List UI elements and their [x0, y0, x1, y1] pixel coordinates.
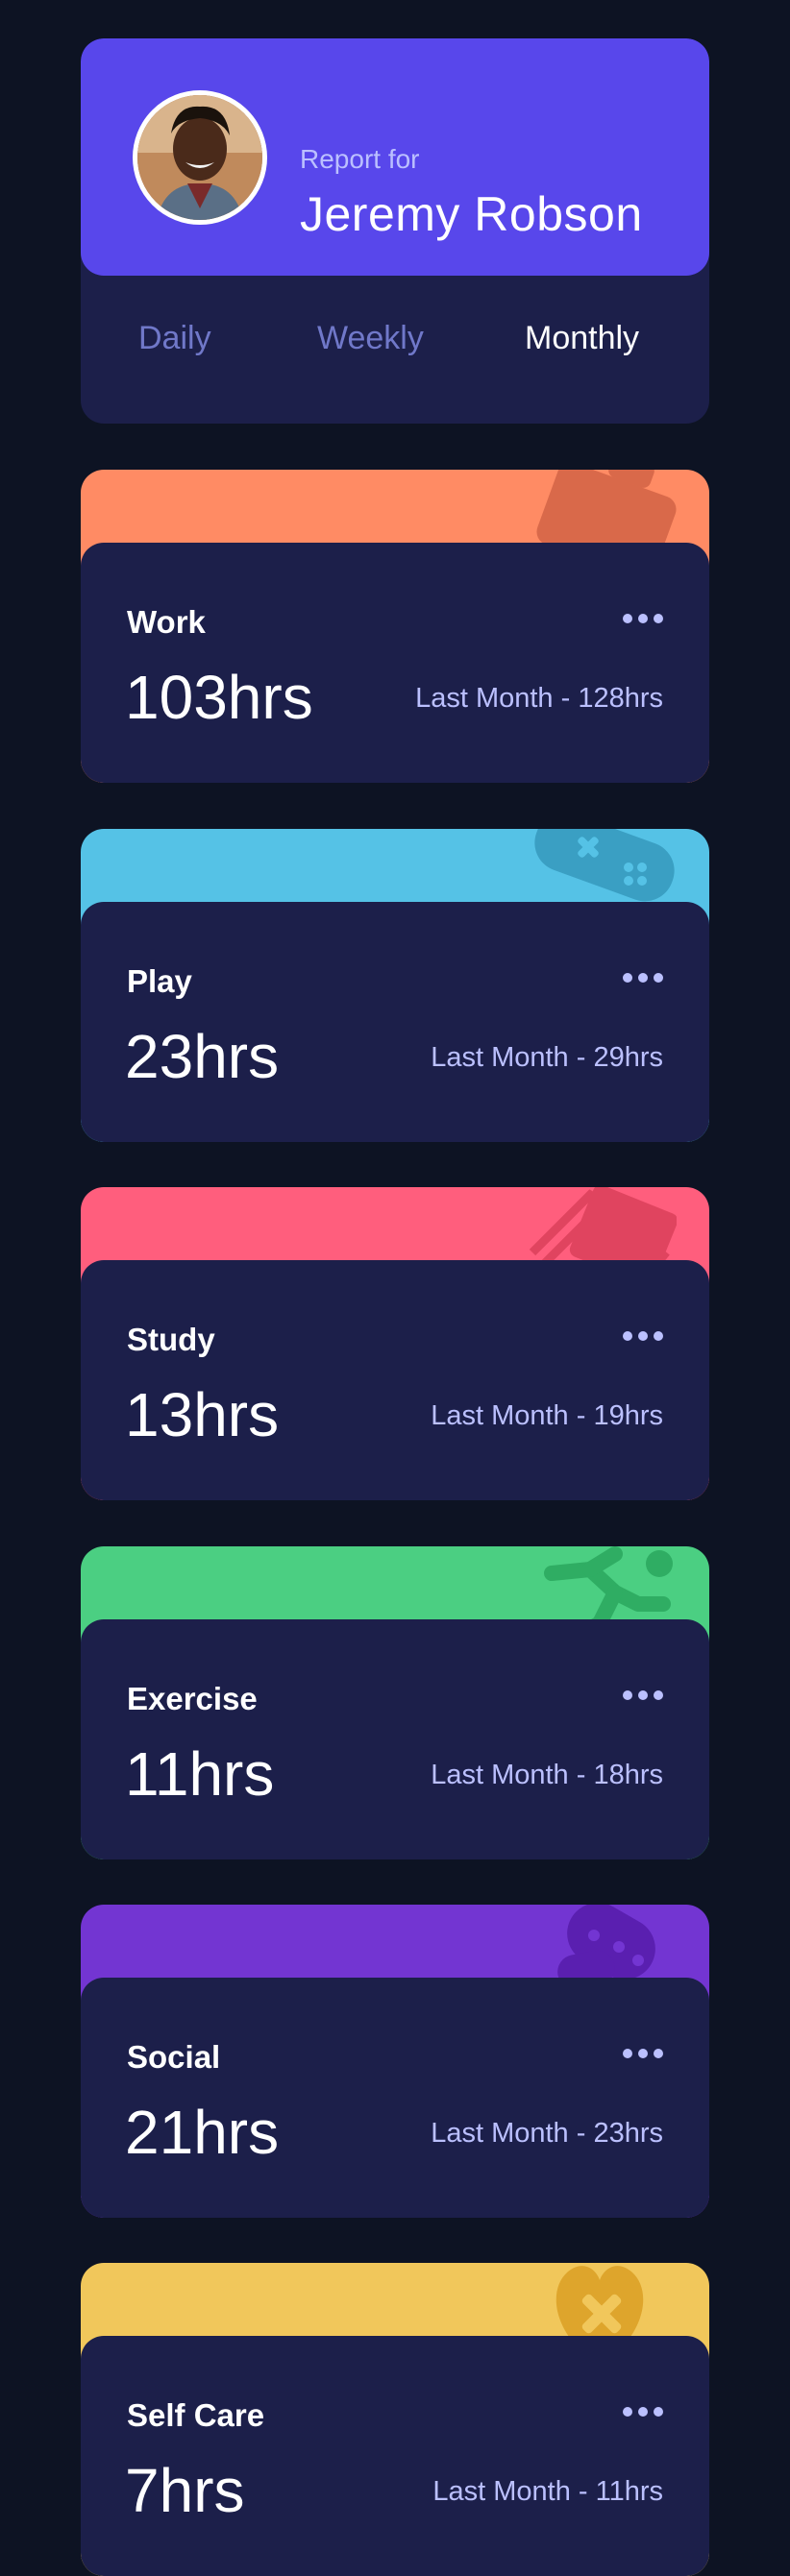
- activity-title: Self Care: [127, 2397, 265, 2433]
- activity-previous-hours: Last Month - 128hrs: [415, 683, 663, 714]
- activity-current-hours: 13hrs: [125, 1380, 280, 1449]
- activity-card-work: Work 103hrs Last Month - 128hrs: [81, 470, 709, 783]
- activity-body[interactable]: Study 13hrs Last Month - 19hrs: [81, 1260, 709, 1500]
- activity-title: Study: [127, 1322, 215, 1357]
- activity-card-exercise: Exercise 11hrs Last Month - 18hrs: [81, 1546, 709, 1859]
- ellipsis-icon[interactable]: [621, 971, 665, 984]
- activity-body[interactable]: Self Care 7hrs Last Month - 11hrs: [81, 2336, 709, 2576]
- activity-previous-hours: Last Month - 29hrs: [431, 1042, 663, 1073]
- activity-card-self-care: Self Care 7hrs Last Month - 11hrs: [81, 2263, 709, 2576]
- avatar: [133, 90, 267, 225]
- report-for-label: Report for: [300, 144, 420, 174]
- profile-card: Report for Jeremy Robson Daily Weekly Mo…: [81, 38, 709, 424]
- activity-body[interactable]: Social 21hrs Last Month - 23hrs: [81, 1978, 709, 2218]
- profile-header: Report for Jeremy Robson: [81, 38, 709, 276]
- activity-body[interactable]: Work 103hrs Last Month - 128hrs: [81, 543, 709, 783]
- activity-card-play: Play 23hrs Last Month - 29hrs: [81, 829, 709, 1142]
- activity-title: Play: [127, 963, 192, 999]
- ellipsis-icon[interactable]: [621, 1329, 665, 1343]
- tab-daily[interactable]: Daily: [138, 320, 211, 357]
- activity-current-hours: 7hrs: [125, 2456, 245, 2525]
- avatar-image: [137, 95, 262, 220]
- activity-title: Exercise: [127, 1681, 258, 1716]
- activity-current-hours: 21hrs: [125, 2098, 280, 2167]
- activity-card-study: Study 13hrs Last Month - 19hrs: [81, 1187, 709, 1500]
- tab-monthly[interactable]: Monthly: [525, 320, 639, 357]
- ellipsis-icon[interactable]: [621, 612, 665, 625]
- activity-title: Work: [127, 604, 206, 640]
- activity-current-hours: 103hrs: [125, 663, 313, 732]
- activity-current-hours: 11hrs: [125, 1739, 275, 1809]
- ellipsis-icon[interactable]: [621, 2405, 665, 2418]
- activity-previous-hours: Last Month - 23hrs: [431, 2118, 663, 2149]
- activity-current-hours: 23hrs: [125, 1022, 280, 1091]
- activity-previous-hours: Last Month - 11hrs: [432, 2476, 663, 2507]
- user-name: Jeremy Robson: [300, 187, 643, 241]
- activity-previous-hours: Last Month - 19hrs: [431, 1400, 663, 1431]
- ellipsis-icon[interactable]: [621, 2047, 665, 2060]
- ellipsis-icon[interactable]: [621, 1689, 665, 1702]
- tab-weekly[interactable]: Weekly: [317, 320, 424, 357]
- activity-title: Social: [127, 2039, 221, 2075]
- activity-body[interactable]: Exercise 11hrs Last Month - 18hrs: [81, 1619, 709, 1859]
- activity-previous-hours: Last Month - 18hrs: [431, 1760, 663, 1790]
- activity-card-social: Social 21hrs Last Month - 23hrs: [81, 1905, 709, 2218]
- timeframe-tabs: Daily Weekly Monthly: [81, 320, 709, 377]
- activity-body[interactable]: Play 23hrs Last Month - 29hrs: [81, 902, 709, 1142]
